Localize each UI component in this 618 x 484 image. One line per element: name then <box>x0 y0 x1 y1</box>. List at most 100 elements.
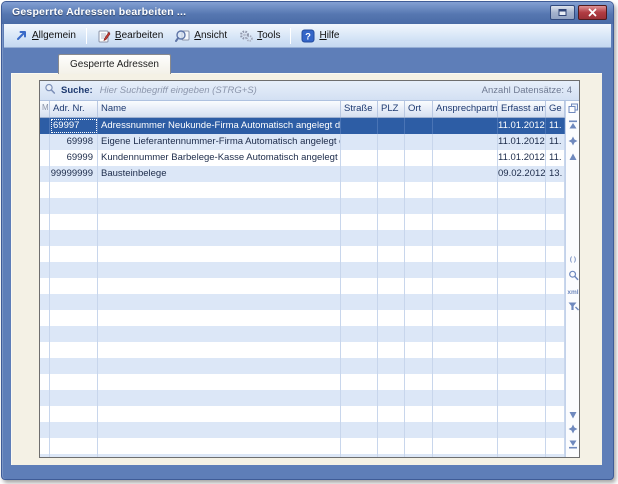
cell-adr_nr[interactable]: 69997 <box>50 118 98 134</box>
cell-plz <box>378 230 405 246</box>
cell-erfasst_am[interactable]: 11.01.2012 <box>498 118 546 134</box>
cell-ort <box>405 278 433 294</box>
cell-ort <box>405 182 433 198</box>
cell-ge[interactable]: 11. <box>546 118 565 134</box>
xml-export-icon[interactable]: xml <box>567 286 579 299</box>
cell-ort[interactable] <box>405 134 433 150</box>
record-down-icon[interactable] <box>567 422 579 435</box>
cell-strasse <box>341 422 378 438</box>
cell-adr_nr <box>50 182 98 198</box>
column-chooser-icon[interactable] <box>567 102 579 115</box>
cell-name[interactable]: Eigene Lieferantennummer-Firma Automatis… <box>98 134 341 150</box>
scroll-down-icon[interactable] <box>567 408 579 421</box>
table-row[interactable]: 69999Kundennummer Barbelege-Kasse Automa… <box>40 150 565 166</box>
menu-tools[interactable]: Tools <box>233 27 286 45</box>
cell-plz <box>378 294 405 310</box>
column-header-ort[interactable]: Ort <box>405 101 433 117</box>
group-icon[interactable]: ( ) <box>567 253 579 266</box>
cell-strasse[interactable] <box>341 166 378 182</box>
grid-search-bar[interactable]: Suche: Hier Suchbegriff eingeben (STRG+S… <box>40 81 579 101</box>
cell-marker[interactable] <box>40 118 50 134</box>
cell-marker[interactable] <box>40 166 50 182</box>
cell-adr_nr <box>50 246 98 262</box>
cell-adr_nr[interactable]: 69998 <box>50 134 98 150</box>
cell-strasse[interactable] <box>341 118 378 134</box>
cell-adr_nr <box>50 358 98 374</box>
cell-plz[interactable] <box>378 118 405 134</box>
cell-ort[interactable] <box>405 166 433 182</box>
cell-erfasst_am[interactable]: 09.02.2012 <box>498 166 546 182</box>
cell-plz <box>378 454 405 457</box>
close-button[interactable] <box>578 5 607 20</box>
cell-marker <box>40 342 50 358</box>
cell-strasse[interactable] <box>341 150 378 166</box>
scroll-last-icon[interactable] <box>567 437 579 450</box>
table-filler-row <box>40 310 565 326</box>
cell-erfasst_am <box>498 262 546 278</box>
cell-ort[interactable] <box>405 118 433 134</box>
cell-ge <box>546 198 565 214</box>
menu-bearbeiten[interactable]: Bearbeiten <box>91 27 169 45</box>
quick-search-icon[interactable] <box>567 269 579 282</box>
cell-ge[interactable]: 11. <box>546 134 565 150</box>
cell-name[interactable]: Bausteinbelege <box>98 166 341 182</box>
cell-name <box>98 278 341 294</box>
column-header-plz[interactable]: PLZ <box>378 101 405 117</box>
column-header-marker[interactable]: M <box>40 101 50 117</box>
cell-ansprechpartner[interactable] <box>433 150 498 166</box>
cell-name <box>98 358 341 374</box>
cell-ansprechpartner[interactable] <box>433 166 498 182</box>
cell-ansprechpartner[interactable] <box>433 134 498 150</box>
cell-ge[interactable]: 11. <box>546 150 565 166</box>
menu-allgemein[interactable]: Allgemein <box>9 27 82 44</box>
cell-marker[interactable] <box>40 134 50 150</box>
column-header-name[interactable]: Name <box>98 101 341 117</box>
cell-plz <box>378 310 405 326</box>
cell-plz[interactable] <box>378 150 405 166</box>
cell-name <box>98 246 341 262</box>
table-filler-row <box>40 262 565 278</box>
cell-strasse[interactable] <box>341 134 378 150</box>
cell-ort <box>405 390 433 406</box>
menu-hilfe[interactable]: ? Hilfe <box>295 27 345 45</box>
cell-ort <box>405 246 433 262</box>
cell-ort <box>405 438 433 454</box>
scroll-up-icon[interactable] <box>567 150 579 163</box>
cell-adr_nr[interactable]: 69999 <box>50 150 98 166</box>
cell-ge[interactable]: 13. <box>546 166 565 182</box>
column-header-ansprechpartner[interactable]: Ansprechpartner <box>433 101 498 117</box>
table-filler-row <box>40 406 565 422</box>
record-up-icon[interactable] <box>567 134 579 147</box>
cell-plz[interactable] <box>378 134 405 150</box>
menu-ansicht[interactable]: Ansicht <box>169 27 233 45</box>
cell-ge <box>546 326 565 342</box>
cell-erfasst_am[interactable]: 11.01.2012 <box>498 150 546 166</box>
tab-gesperrte-adressen[interactable]: Gesperrte Adressen <box>58 54 171 74</box>
cell-adr_nr[interactable]: 99999999 <box>50 166 98 182</box>
cell-ansprechpartner <box>433 230 498 246</box>
column-header-ge[interactable]: Ge <box>546 101 565 117</box>
cell-name[interactable]: Kundennummer Barbelege-Kasse Automatisch… <box>98 150 341 166</box>
cell-plz[interactable] <box>378 166 405 182</box>
cell-ge <box>546 390 565 406</box>
scroll-first-icon[interactable] <box>567 118 579 131</box>
cell-name[interactable]: Adressnummer Neukunde-Firma Automatisch … <box>98 118 341 134</box>
title-bar[interactable]: Gesperrte Adressen bearbeiten ... <box>2 2 613 24</box>
table-row[interactable]: 69997Adressnummer Neukunde-Firma Automat… <box>40 118 565 134</box>
cell-strasse <box>341 198 378 214</box>
cell-ort <box>405 230 433 246</box>
cell-ort[interactable] <box>405 150 433 166</box>
menu-label: Allgemein <box>32 30 76 41</box>
cell-erfasst_am[interactable]: 11.01.2012 <box>498 134 546 150</box>
search-input[interactable]: Hier Suchbegriff eingeben (STRG+S) <box>100 85 257 96</box>
restore-button[interactable] <box>550 5 575 20</box>
column-header-erfasst_am[interactable]: Erfasst am <box>498 101 546 117</box>
column-header-strasse[interactable]: Straße <box>341 101 378 117</box>
table-row[interactable]: 69998Eigene Lieferantennummer-Firma Auto… <box>40 134 565 150</box>
cell-erfasst_am <box>498 406 546 422</box>
filter-icon[interactable] <box>567 300 579 313</box>
cell-ansprechpartner[interactable] <box>433 118 498 134</box>
cell-marker[interactable] <box>40 150 50 166</box>
table-row[interactable]: 99999999Bausteinbelege 09.02.201213. <box>40 166 565 182</box>
column-header-adr_nr[interactable]: Adr. Nr. <box>50 101 98 117</box>
